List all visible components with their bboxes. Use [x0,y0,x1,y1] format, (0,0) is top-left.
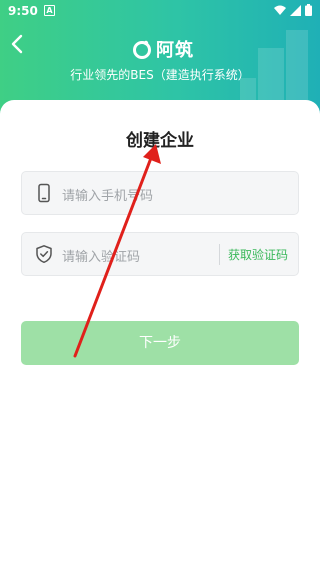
brand-name: 阿筑 [156,40,194,61]
divider [219,244,220,265]
signal-icon [290,4,301,16]
notification-icon: A [44,5,55,16]
shield-check-icon [36,245,52,264]
brand: 阿筑 [132,36,194,62]
phone-icon [38,183,50,203]
logo-icon [133,40,151,59]
back-button[interactable] [6,32,30,56]
page-title: 创建企业 [126,131,194,151]
status-bar: 9:50 A [0,0,320,24]
battery-icon [305,4,312,16]
status-time: 9:50 [8,4,38,18]
header-subtitle: 行业领先的BES（建造执行系统） [70,68,250,82]
phone-placeholder: 请输入手机号码 [62,189,154,204]
get-code-button[interactable]: 获取验证码 [228,246,288,263]
code-placeholder: 请输入验证码 [62,250,141,265]
next-step-button[interactable]: 下一步 [21,321,299,365]
chevron-left-icon [11,34,23,54]
code-input[interactable]: 请输入验证码 获取验证码 [21,232,299,276]
status-icons [274,4,312,16]
phone-input[interactable]: 请输入手机号码 [21,171,299,215]
wifi-icon [274,5,286,15]
